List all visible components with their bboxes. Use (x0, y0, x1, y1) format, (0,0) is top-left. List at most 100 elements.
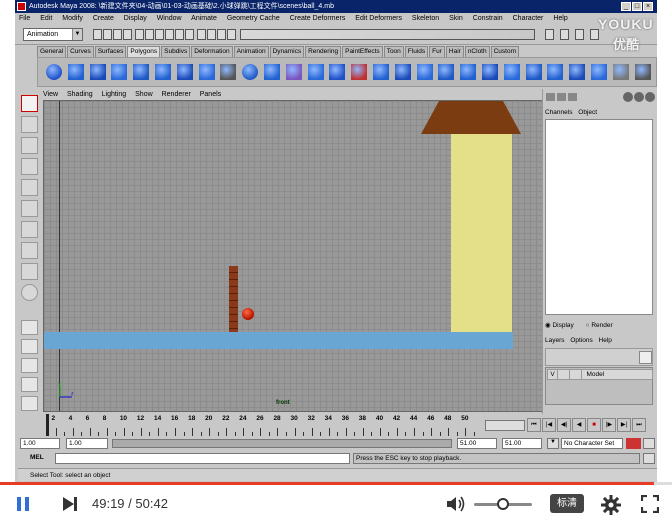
selection-mask-icons[interactable] (240, 29, 535, 40)
layer-menu-help[interactable]: Help (599, 337, 612, 344)
menu-geometry-cache[interactable]: Geometry Cache (227, 15, 280, 22)
next-episode-icon[interactable] (60, 495, 80, 513)
playback-start-field[interactable]: 1.00 (66, 438, 108, 449)
sphere-icon[interactable] (46, 64, 62, 80)
single-pane-layout-icon[interactable] (21, 320, 38, 335)
prism-icon[interactable] (176, 64, 193, 80)
tower-roof[interactable] (421, 101, 521, 134)
command-input[interactable] (55, 453, 350, 464)
layer-menu-options[interactable]: Options (570, 337, 592, 344)
play-backwards-button[interactable]: ◀ (572, 418, 586, 432)
layer-menu-layers[interactable]: Layers (545, 337, 565, 344)
wedge-icon[interactable] (547, 64, 564, 80)
layer-visibility-toggle[interactable]: V (548, 370, 558, 379)
menu-create-deformers[interactable]: Create Deformers (290, 15, 346, 22)
tab-fur[interactable]: Fur (429, 46, 445, 57)
pipe-icon[interactable] (198, 64, 215, 80)
viewport-menu-show[interactable]: Show (135, 91, 153, 98)
playback-end-field[interactable]: 51.00 (457, 438, 497, 449)
tab-dynamics[interactable]: Dynamics (269, 46, 305, 57)
toggle-attribute-editor-icon[interactable] (560, 29, 569, 40)
tab-fluids[interactable]: Fluids (404, 46, 429, 57)
brick-column[interactable] (229, 266, 238, 332)
show-layer-editor-icon[interactable] (557, 93, 566, 101)
progress-bar[interactable] (0, 482, 672, 485)
snap-plane-icon[interactable] (185, 29, 194, 40)
viewport-menu-renderer[interactable]: Renderer (162, 91, 191, 98)
snap-curve-icon[interactable] (165, 29, 174, 40)
tab-polygons[interactable]: Polygons (127, 46, 161, 57)
menu-edit[interactable]: Edit (40, 15, 52, 22)
go-to-start-button[interactable]: ⏮ (527, 418, 541, 432)
last-tool-icon[interactable] (21, 284, 38, 301)
merge-icon[interactable] (503, 64, 520, 80)
tab-general[interactable]: General (37, 46, 67, 57)
show-manipulator-icon[interactable] (21, 263, 38, 280)
tab-ncloth[interactable]: nCloth (464, 46, 490, 57)
poke-icon[interactable] (569, 64, 586, 80)
triangulate-icon[interactable] (634, 64, 651, 80)
persp-graph-layout-icon[interactable] (21, 377, 38, 392)
menu-set-select[interactable]: Animation ▼ (23, 28, 83, 41)
quality-button[interactable]: 标清 (550, 494, 584, 513)
open-scene-icon[interactable] (103, 29, 112, 40)
maximize-button[interactable]: □ (632, 2, 642, 11)
menu-display[interactable]: Display (124, 15, 147, 22)
tab-deformation[interactable]: Deformation (191, 46, 233, 57)
tab-animation[interactable]: Animation (233, 46, 269, 57)
channel-box-option-icon-1[interactable] (623, 92, 633, 102)
cone-icon[interactable] (111, 64, 128, 80)
time-slider[interactable]: 2 4 6 8 10 12 14 16 18 20 22 24 26 28 30 32 34 36 38 40 42 44… (43, 414, 480, 436)
plane-icon[interactable] (133, 64, 150, 80)
hypershade-layout-icon[interactable] (21, 396, 38, 411)
pause-icon[interactable] (14, 495, 32, 513)
step-back-key-button[interactable]: |◀ (542, 418, 556, 432)
viewport-menu-lighting[interactable]: Lighting (102, 91, 127, 98)
new-layer-icon[interactable] (639, 351, 652, 364)
new-scene-icon[interactable] (93, 29, 102, 40)
collapse-icon[interactable] (591, 64, 607, 80)
checker-icon[interactable] (612, 64, 629, 80)
menu-modify[interactable]: Modify (62, 15, 83, 22)
current-frame-field[interactable] (485, 420, 525, 431)
auto-key-icon[interactable] (626, 438, 641, 449)
channel-box-option-icon-2[interactable] (634, 92, 644, 102)
menu-skin[interactable]: Skin (449, 15, 463, 22)
universal-manipulator-icon[interactable] (21, 221, 38, 238)
close-button[interactable]: × (643, 2, 653, 11)
step-back-frame-button[interactable]: ◀| (557, 418, 571, 432)
menu-help[interactable]: Help (553, 15, 567, 22)
show-channel-box-icon[interactable] (546, 93, 555, 101)
channel-box-option-icon-3[interactable] (645, 92, 655, 102)
toggle-tool-settings-icon[interactable] (575, 29, 584, 40)
script-editor-icon[interactable] (643, 453, 655, 464)
ground-plane[interactable] (44, 332, 513, 349)
tab-subdivs[interactable]: Subdivs (161, 46, 191, 57)
render-radio[interactable]: ○ Render (586, 322, 613, 329)
history-icon[interactable] (197, 29, 206, 40)
volume-knob[interactable] (497, 498, 509, 510)
menu-window[interactable]: Window (157, 15, 182, 22)
viewport-menu-view[interactable]: View (43, 91, 58, 98)
tab-curves[interactable]: Curves (67, 46, 94, 57)
move-tool-icon[interactable] (21, 158, 38, 175)
cylinder-icon[interactable] (89, 64, 106, 80)
torus-icon[interactable] (155, 64, 171, 80)
soccer-ball-icon[interactable] (242, 64, 259, 80)
snap-point-icon[interactable] (175, 29, 184, 40)
menu-file[interactable]: File (19, 15, 30, 22)
helix-icon[interactable] (220, 64, 237, 80)
smooth-icon[interactable] (329, 64, 346, 80)
layer-row-model[interactable]: V Model (547, 369, 653, 380)
tab-hair[interactable]: Hair (445, 46, 464, 57)
menu-skeleton[interactable]: Skeleton (412, 15, 439, 22)
chevron-down-icon[interactable]: ▼ (547, 438, 559, 449)
ipr-render-icon[interactable] (217, 29, 226, 40)
menu-animate[interactable]: Animate (191, 15, 217, 22)
front-viewport[interactable]: y z front (43, 100, 555, 412)
render-icon[interactable] (207, 29, 216, 40)
fullscreen-icon[interactable] (641, 495, 659, 513)
lasso-tool-icon[interactable] (21, 116, 38, 133)
minimize-button[interactable]: _ (621, 2, 631, 11)
soft-mod-icon[interactable] (21, 242, 38, 259)
